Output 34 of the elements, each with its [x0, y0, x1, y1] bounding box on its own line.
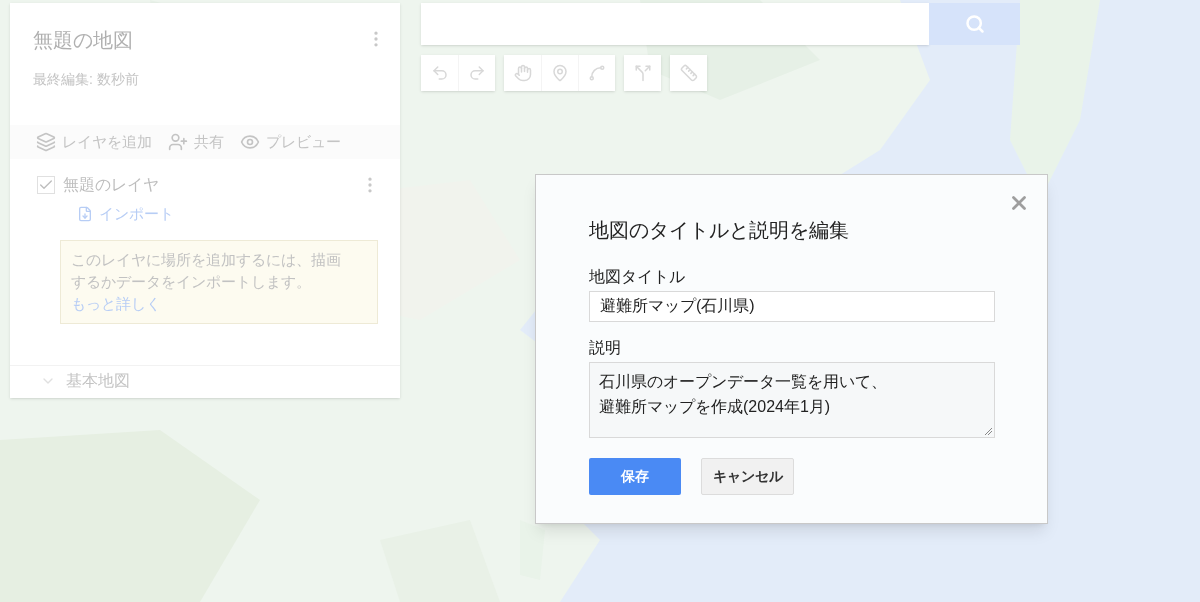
search-icon — [964, 14, 985, 34]
hint-text: このレイヤに場所を追加するには、描画するかデータをインポートします。 もっと詳しく — [71, 249, 342, 314]
undo-icon — [430, 64, 449, 82]
ruler-icon — [679, 64, 698, 82]
last-edited-text: 最終編集: 数秒前 — [33, 70, 139, 89]
field-label: 地図タイトル — [589, 267, 686, 287]
description-line: 石川県のオープンデータ一覧を用いて、 — [599, 372, 887, 392]
search-button[interactable] — [929, 3, 1020, 45]
tool-button[interactable] — [670, 55, 707, 91]
map-title[interactable]: 無題の地図 — [33, 25, 139, 55]
tool-button[interactable] — [624, 55, 661, 91]
eye-icon — [240, 132, 260, 152]
cancel-button[interactable]: キャンセル — [701, 458, 794, 495]
pin-icon — [551, 64, 569, 82]
title-field[interactable]: 避難所マップ(石川県) — [589, 291, 995, 322]
description-field[interactable]: 石川県のオープンデータ一覧を用いて、 避難所マップを作成(2024年1月) — [589, 362, 995, 438]
field-label: 説明 — [589, 338, 622, 358]
resize-handle-icon[interactable] — [984, 427, 992, 435]
search-field[interactable] — [421, 3, 929, 45]
hand-icon — [513, 64, 532, 82]
file-icon — [77, 205, 93, 224]
import-link[interactable]: インポート — [77, 203, 174, 226]
base-map-label[interactable]: 基本地図 — [66, 368, 130, 393]
layers-icon — [36, 132, 56, 152]
line-icon — [588, 64, 606, 82]
dialog-title: 地図のタイトルと説明を編集 — [589, 218, 850, 243]
redo-icon — [468, 64, 486, 82]
layer-name[interactable]: 無題のレイヤ — [63, 173, 159, 197]
description-line: 避難所マップを作成(2024年1月) — [599, 397, 831, 417]
layer-checkbox[interactable] — [37, 176, 55, 194]
fork-arrow-icon — [633, 64, 652, 82]
add-person-icon — [168, 132, 188, 152]
learn-more-link[interactable]: もっと詳しく — [71, 294, 161, 312]
save-button[interactable]: 保存 — [589, 458, 681, 495]
